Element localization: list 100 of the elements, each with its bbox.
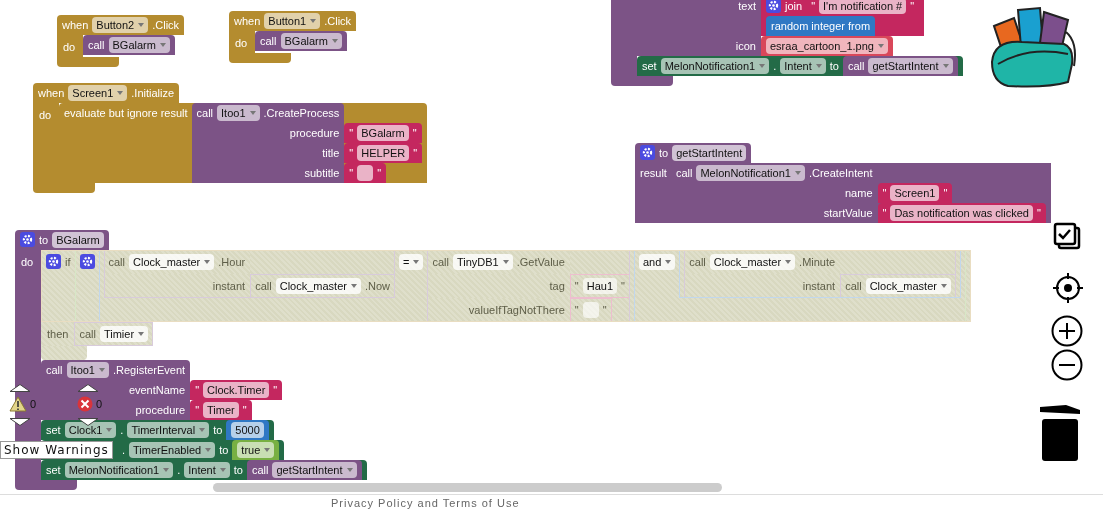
math-block[interactable]: 5000 bbox=[226, 420, 269, 440]
text-block[interactable]: " Das notification was clicked " bbox=[877, 203, 1046, 223]
quote-mark: " bbox=[377, 166, 382, 181]
text-block[interactable]: " Clock.Timer " bbox=[190, 380, 283, 400]
quote-mark: " bbox=[195, 403, 200, 418]
caret-icon bbox=[331, 39, 338, 43]
dropdown-field[interactable]: getStartIntent bbox=[272, 462, 357, 478]
quote-mark: " bbox=[412, 126, 417, 141]
dropdown-field[interactable]: MelonNotification1 bbox=[696, 165, 805, 181]
caret-icon bbox=[785, 260, 792, 264]
dropdown-field[interactable]: getStartIntent bbox=[868, 58, 953, 74]
dropdown-field[interactable]: Button2 bbox=[92, 17, 149, 33]
zoom-in-icon[interactable] bbox=[1051, 315, 1083, 347]
target-icon[interactable] bbox=[1052, 272, 1084, 304]
block-label: . bbox=[122, 443, 126, 458]
text-field[interactable]: BGalarm bbox=[357, 125, 409, 141]
text-field[interactable]: getStartIntent bbox=[672, 145, 747, 161]
control-block[interactable]: evaluate but ignore result call Itoo1 .CreateProcess procedure " BGalarm " title " HELPER " subtitle " " bbox=[59, 103, 428, 183]
down-arrow-icon[interactable] bbox=[77, 418, 99, 426]
dropdown-field[interactable]: BGalarm bbox=[108, 37, 170, 53]
caret-icon bbox=[942, 64, 949, 68]
block-label: evaluate but ignore result bbox=[64, 106, 188, 121]
procedure-block[interactable]: call getStartIntent bbox=[246, 460, 362, 480]
quote-mark: " bbox=[242, 403, 247, 418]
setter-block[interactable]: set Clock1 . TimerInterval to 5000 bbox=[41, 420, 274, 440]
dropdown-field[interactable]: BGalarm bbox=[280, 33, 342, 49]
event-handler-block[interactable]: when Screen1 .Initialize do evaluate but ignore result call Itoo1 .CreateProcess procedure " BGalarm " title " HELPER " subtitle " " bbox=[33, 83, 428, 193]
text-field[interactable]: Clock.Timer bbox=[203, 382, 270, 398]
text-field[interactable]: HELPER bbox=[357, 145, 410, 161]
gear-icon[interactable] bbox=[20, 232, 35, 247]
gear-icon[interactable] bbox=[640, 145, 655, 160]
text-block[interactable]: " Screen1 " bbox=[877, 183, 953, 203]
setter-block[interactable]: set MelonNotification1 . Intent to call getStartIntent bbox=[637, 56, 963, 76]
dropdown-field[interactable]: Itoo1 bbox=[66, 362, 109, 378]
caret-icon bbox=[99, 368, 105, 372]
event-handler-block[interactable]: when Button1 .Click do call BGalarm bbox=[229, 11, 357, 63]
procedure-block[interactable]: call BGalarm bbox=[255, 31, 347, 51]
quote-mark: " bbox=[1036, 206, 1041, 221]
dropdown-field[interactable]: true bbox=[237, 442, 275, 458]
horizontal-scrollbar[interactable] bbox=[213, 483, 722, 492]
text-block[interactable]: " BGalarm " bbox=[344, 123, 422, 143]
checkbox-icon[interactable] bbox=[1053, 222, 1081, 250]
caret-icon bbox=[350, 284, 357, 288]
gear-icon[interactable] bbox=[766, 0, 781, 13]
dropdown-field[interactable]: MelonNotification1 bbox=[64, 462, 174, 478]
text-field[interactable]: Screen1 bbox=[890, 185, 940, 201]
block-label: to bbox=[219, 443, 229, 458]
block-foot bbox=[229, 53, 291, 63]
dropdown-field[interactable]: TimerInterval bbox=[127, 422, 210, 438]
method-call-block[interactable]: call Itoo1 .CreateProcess procedure " BGalarm " title " HELPER " subtitle " " bbox=[191, 103, 423, 183]
up-arrow-icon[interactable] bbox=[9, 384, 31, 392]
text-block[interactable]: " " bbox=[344, 163, 387, 183]
text-block[interactable]: " Timer " bbox=[190, 400, 252, 420]
dropdown-field[interactable]: Clock1 bbox=[64, 422, 117, 438]
procedure-block[interactable]: call BGalarm bbox=[83, 35, 175, 55]
gear-icon[interactable] bbox=[46, 254, 61, 269]
procedure-block[interactable]: call getStartIntent bbox=[842, 56, 958, 76]
quote-mark: " bbox=[273, 383, 278, 398]
dropdown-field[interactable]: TimerEnabled bbox=[129, 442, 216, 458]
dropdown-field[interactable]: Screen1 bbox=[68, 85, 128, 101]
quote-mark: " bbox=[413, 146, 418, 161]
input-label: eventName bbox=[128, 383, 186, 398]
block-foot bbox=[33, 183, 95, 193]
text-field[interactable]: Timer bbox=[203, 402, 239, 418]
empty-text-field[interactable] bbox=[582, 302, 599, 318]
warning-icon bbox=[9, 396, 27, 412]
dropdown-field[interactable]: Button1 bbox=[264, 13, 321, 29]
text-field[interactable]: I'm notification # bbox=[819, 0, 907, 14]
logic-block[interactable]: true bbox=[232, 440, 280, 460]
privacy-policy-link[interactable]: Privacy Policy and Terms of Use bbox=[331, 497, 520, 509]
asset-block[interactable]: esraa_cartoon_1.png bbox=[761, 36, 893, 56]
block-label: do bbox=[21, 256, 34, 268]
dropdown-field[interactable]: esraa_cartoon_1.png bbox=[766, 38, 888, 54]
down-arrow-icon[interactable] bbox=[9, 418, 31, 426]
gear-icon[interactable] bbox=[79, 254, 95, 269]
dropdown-field[interactable]: Intent bbox=[780, 58, 826, 74]
dropdown-field[interactable]: Itoo1 bbox=[217, 105, 260, 121]
dropdown-field[interactable]: Intent bbox=[184, 462, 230, 478]
text-block[interactable]: " HELPER " bbox=[344, 143, 423, 163]
math-block[interactable]: random integer from bbox=[766, 16, 876, 36]
method-call-block[interactable]: call MelonNotification1 .CreateIntent name " Screen1 " startValue " Das notification was clicked " bbox=[670, 163, 1046, 223]
setter-block[interactable]: set MelonNotification1 . Intent to call getStartIntent bbox=[41, 460, 367, 480]
block-label: .Click bbox=[324, 14, 352, 29]
dropdown-field[interactable]: MelonNotification1 bbox=[660, 58, 770, 74]
text-field[interactable]: BGalarm bbox=[52, 232, 104, 248]
block-label: to bbox=[659, 146, 669, 161]
block-label: . bbox=[120, 423, 124, 438]
input-label: result bbox=[640, 166, 667, 181]
input-label: icon bbox=[735, 39, 756, 54]
caret-icon bbox=[877, 44, 884, 48]
procedure-block[interactable]: text join " I'm notification # " random integer from icon esraa_cartoon_1.png set MelonNotification1 . Intent to call getStartIntent bbox=[611, 0, 963, 86]
input-label: procedure bbox=[289, 126, 340, 141]
zoom-out-icon[interactable] bbox=[1051, 349, 1083, 381]
trash-icon[interactable] bbox=[1038, 404, 1082, 462]
block-label: .Initialize bbox=[131, 86, 175, 101]
text-field[interactable]: Das notification was clicked bbox=[890, 205, 1033, 221]
input-label: subtitle bbox=[304, 166, 340, 181]
text-field[interactable]: 5000 bbox=[231, 422, 264, 438]
up-arrow-icon[interactable] bbox=[77, 384, 99, 392]
event-handler-block[interactable]: when Button2 .Click do call BGalarm bbox=[57, 15, 185, 67]
